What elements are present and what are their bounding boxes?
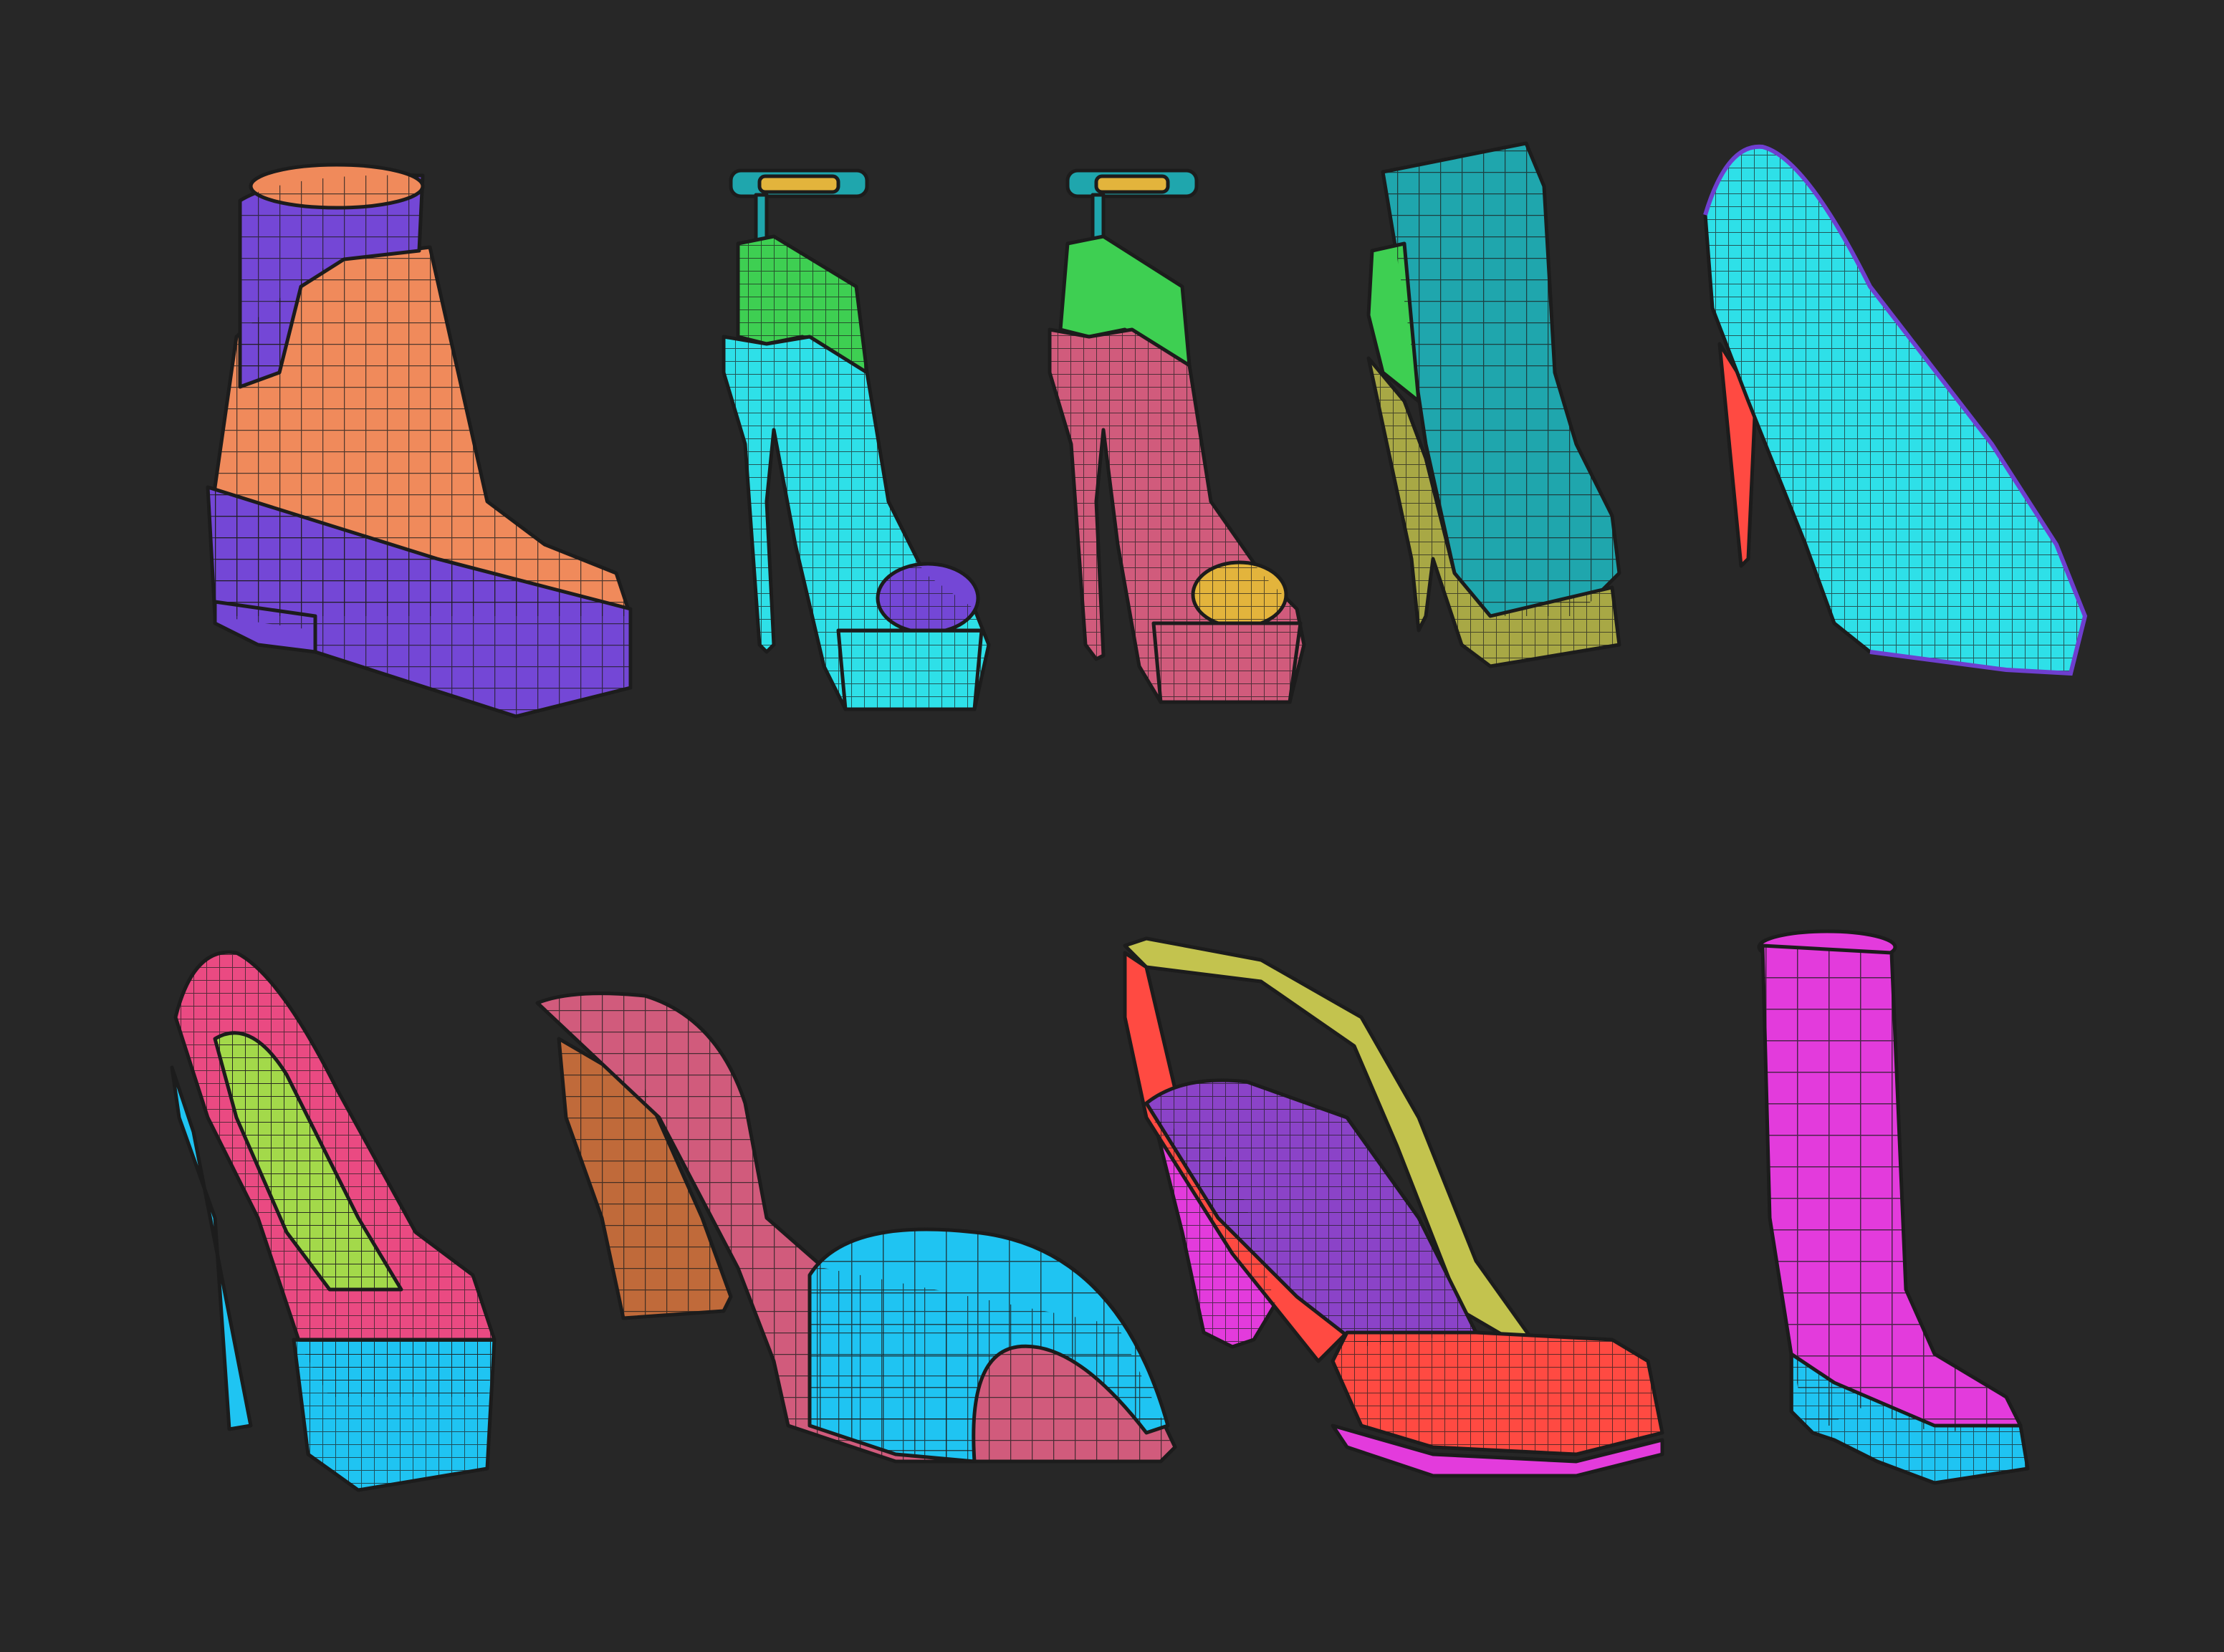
ankle-strap-platform-heel-cyan <box>722 168 991 711</box>
platform-pump-pink <box>170 950 497 1492</box>
stiletto-pump-cyan <box>1703 144 2088 676</box>
ankle-strap-platform-heel-rose <box>1048 168 1306 704</box>
rain-boot <box>1757 929 2030 1485</box>
slingback-heel <box>1123 936 1664 1478</box>
peep-toe-mule <box>535 991 1177 1464</box>
platform-ankle-bootie-teal <box>1366 141 1621 668</box>
platform-ankle-boot <box>206 163 633 719</box>
shoe-retopology-scene <box>170 141 2088 1492</box>
